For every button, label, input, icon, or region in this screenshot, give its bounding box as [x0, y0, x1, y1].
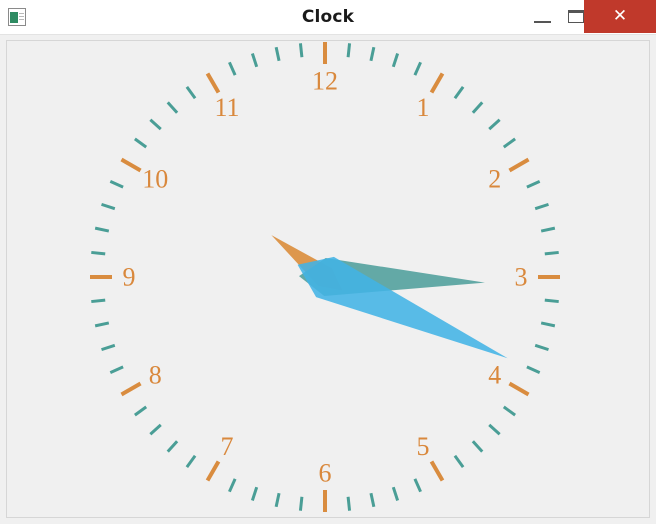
minute-tick	[149, 423, 162, 436]
minute-tick	[391, 53, 400, 68]
minute-tick	[109, 365, 124, 374]
minute-tick	[413, 478, 422, 493]
minute-tick	[453, 454, 465, 469]
title-bar: Clock ✕	[0, 0, 656, 35]
minute-tick	[133, 137, 148, 149]
clock-client-area: 12 1 2 3 4 5 6 7 8 9 10 11	[6, 40, 650, 518]
minute-tick	[540, 226, 556, 233]
hour-numeral: 12	[312, 67, 338, 96]
minute-tick	[274, 46, 281, 62]
hour-tick	[508, 381, 530, 397]
minute-tick	[526, 180, 541, 189]
minute-tick	[544, 298, 559, 304]
hour-tick	[120, 157, 142, 173]
minute-tick	[166, 440, 179, 453]
close-icon: ✕	[612, 6, 628, 26]
close-button[interactable]: ✕	[584, 0, 656, 33]
minute-tick	[149, 118, 162, 131]
minute-tick	[544, 250, 559, 256]
minute-tick	[298, 496, 304, 511]
minute-tick	[413, 61, 422, 76]
minute-tick	[369, 492, 376, 508]
minute-tick	[540, 321, 556, 328]
minute-tick	[166, 101, 179, 114]
hour-numeral: 4	[488, 361, 501, 390]
minute-tick	[502, 137, 517, 149]
hour-numeral: 9	[123, 263, 136, 292]
minute-tick	[94, 321, 110, 328]
hour-numeral: 11	[214, 93, 239, 122]
clock-window: Clock ✕ 12 1 2 3 4 5 6 7 8 9 10 11	[0, 0, 656, 524]
minute-tick	[94, 226, 110, 233]
hour-numeral: 8	[149, 361, 162, 390]
minute-tick	[502, 405, 517, 417]
hour-numeral: 10	[142, 165, 168, 194]
minute-tick	[534, 343, 549, 352]
minute-tick	[185, 85, 197, 100]
minute-tick	[109, 180, 124, 189]
minute-tick	[391, 486, 400, 501]
minute-tick	[91, 298, 106, 304]
minimize-icon	[534, 21, 551, 23]
clock-hands	[271, 235, 508, 359]
minute-tick	[91, 250, 106, 256]
hour-tick	[205, 460, 221, 482]
minute-tick	[453, 85, 465, 100]
minute-tick	[369, 46, 376, 62]
minute-tick	[488, 423, 501, 436]
minute-tick	[250, 486, 259, 501]
minute-tick	[471, 440, 484, 453]
minute-tick	[101, 343, 116, 352]
minute-tick	[133, 405, 148, 417]
hour-numeral: 3	[515, 263, 528, 292]
minute-tick	[488, 118, 501, 131]
minute-tick	[274, 492, 281, 508]
hour-tick	[508, 157, 530, 173]
minute-tick	[185, 454, 197, 469]
hour-tick	[429, 72, 445, 94]
hour-tick	[205, 72, 221, 94]
hour-numeral: 5	[417, 432, 430, 461]
hour-numeral: 7	[221, 432, 234, 461]
minute-tick	[471, 101, 484, 114]
minute-tick	[228, 61, 237, 76]
minute-tick	[526, 365, 541, 374]
hour-tick	[120, 381, 142, 397]
minute-tick	[298, 43, 304, 58]
minute-tick	[346, 496, 352, 511]
minute-tick	[250, 53, 259, 68]
clock-face: 121234567891011	[90, 42, 560, 512]
hour-tick	[429, 460, 445, 482]
maximize-icon	[568, 10, 584, 23]
hour-numeral: 6	[319, 459, 332, 488]
minute-tick	[101, 202, 116, 211]
hour-numeral: 1	[417, 93, 430, 122]
minute-tick	[346, 43, 352, 58]
hour-numeral: 2	[488, 165, 501, 194]
minute-tick	[228, 478, 237, 493]
minute-tick	[534, 202, 549, 211]
